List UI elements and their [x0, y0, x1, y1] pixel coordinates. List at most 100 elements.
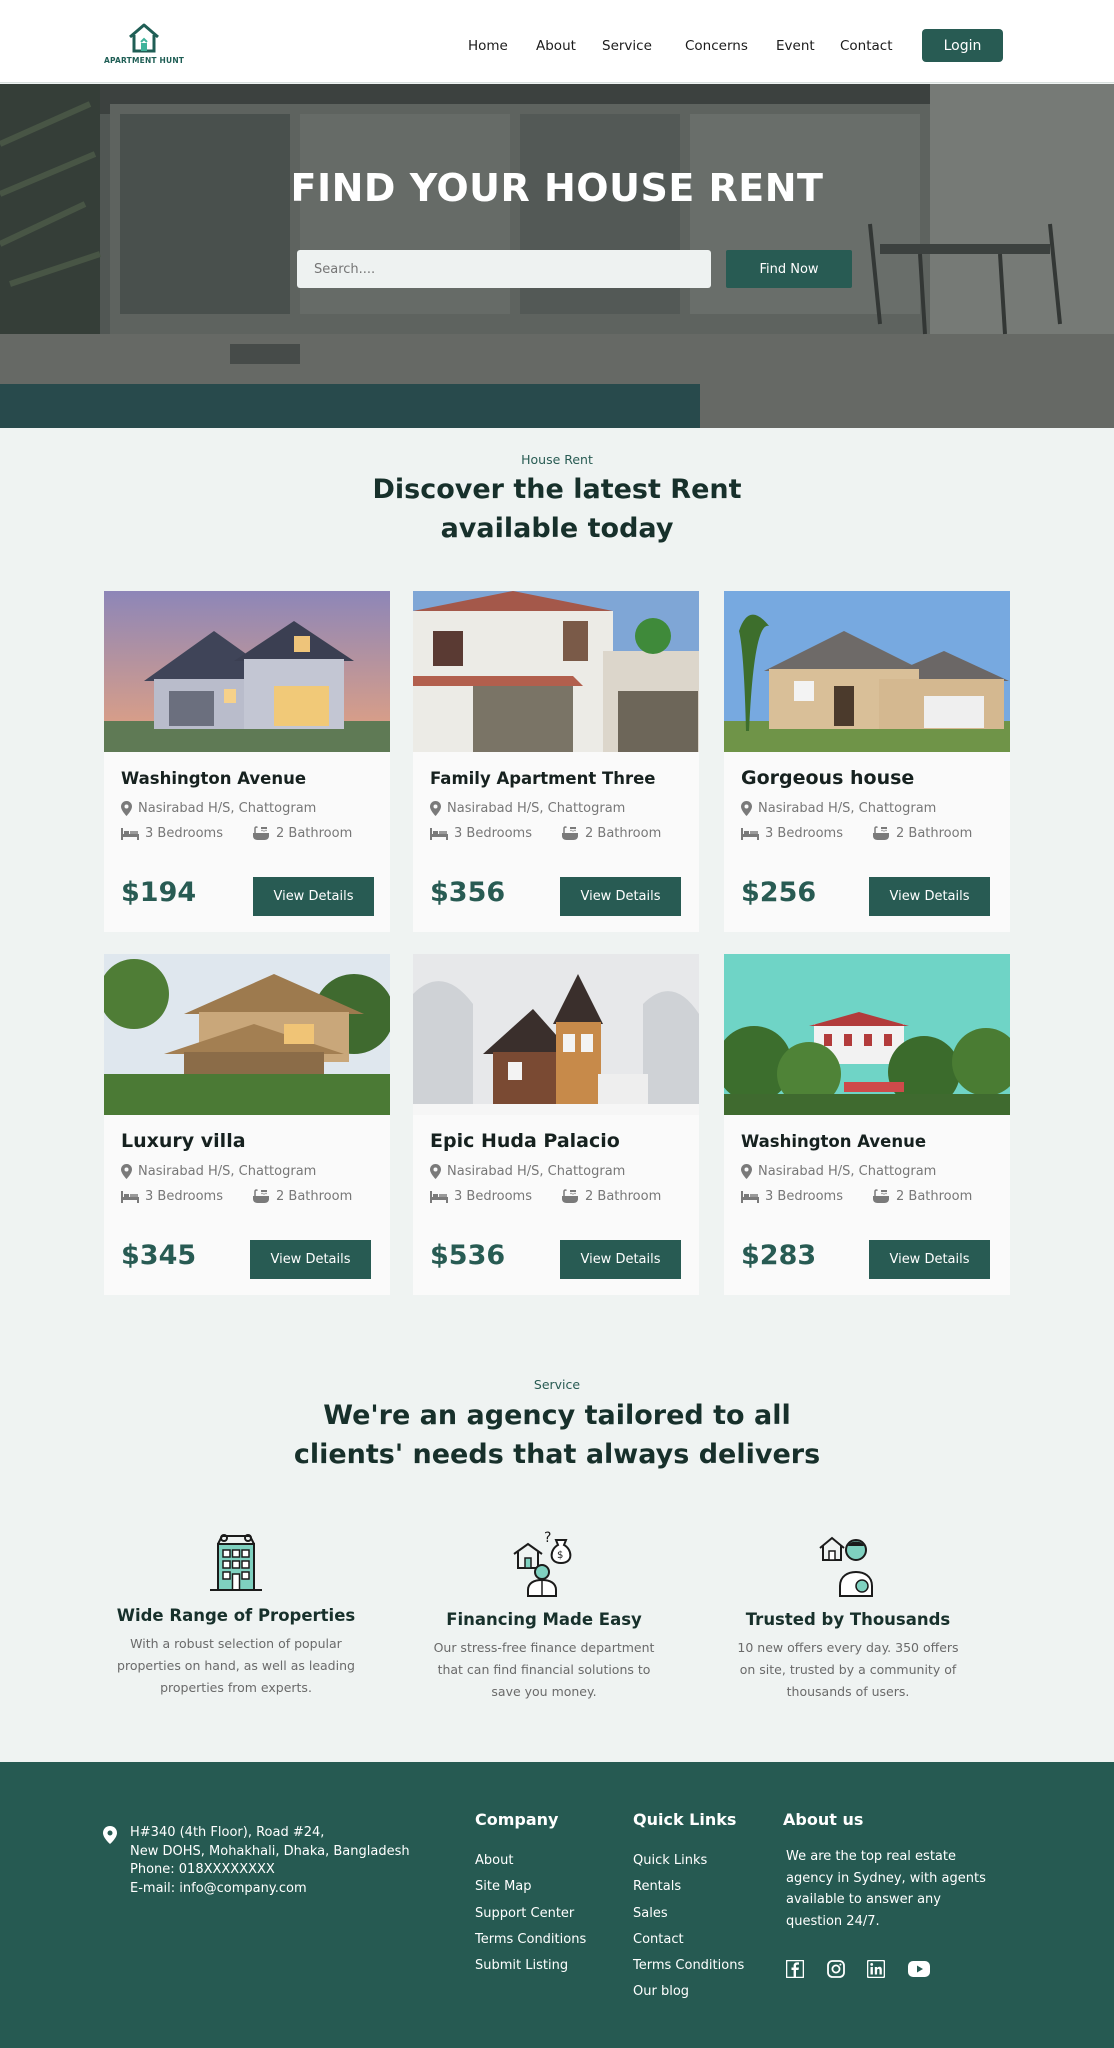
address-line: H#340 (4th Floor), Road #24, — [130, 1825, 325, 1840]
bathrooms-text: 2 Bathroom — [276, 826, 353, 841]
bedrooms-text: 3 Bedrooms — [454, 1189, 532, 1204]
listing-photo[interactable] — [104, 954, 390, 1115]
listing-photo[interactable] — [724, 591, 1010, 752]
listing-photo[interactable] — [724, 954, 1010, 1115]
listing-location: Nasirabad H/S, Chattogram — [121, 1164, 316, 1179]
nav-concerns[interactable]: Concerns — [685, 38, 748, 54]
service-desc: Our stress-free finance department that … — [433, 1640, 655, 1699]
footer-link-site-map[interactable]: Site Map — [475, 1874, 586, 1900]
nav-service[interactable]: Service — [602, 38, 652, 54]
finance-icon: ? $ — [513, 1530, 572, 1597]
rent-eyebrow: House Rent — [521, 452, 593, 467]
bedrooms-text: 3 Bedrooms — [454, 826, 532, 841]
listing-card: Gorgeous house Nasirabad H/S, Chattogram 3… — [724, 591, 1010, 932]
service-title: Financing Made Easy — [446, 1610, 642, 1629]
listing-photo[interactable] — [413, 954, 699, 1115]
linkedin-icon[interactable] — [865, 1958, 887, 1980]
bedrooms: 3 Bedrooms — [741, 1189, 843, 1204]
listing-photo[interactable] — [413, 591, 699, 752]
listing-title[interactable]: Luxury villa — [121, 1130, 246, 1152]
quick-links: Quick Links Rentals Sales Contact Terms … — [633, 1848, 744, 2006]
listing-title[interactable]: Gorgeous house — [741, 767, 914, 789]
service-item-trusted: Trusted by Thousands 10 new offers every… — [698, 1528, 998, 1703]
listing-title[interactable]: Epic Huda Palacio — [430, 1130, 620, 1152]
bathtub-icon — [873, 826, 889, 840]
svg-text:$: $ — [557, 1550, 563, 1561]
location-text: Nasirabad H/S, Chattogram — [758, 801, 937, 816]
bathrooms: 2 Bathroom — [872, 1189, 972, 1204]
bathrooms: 2 Bathroom — [561, 826, 661, 841]
listing-price: $345 — [121, 1240, 197, 1271]
about-us-text: We are the top real estate agency in Syd… — [786, 1849, 986, 1929]
bathtub-icon — [253, 1189, 269, 1203]
view-details-button[interactable]: View Details — [250, 1240, 371, 1279]
listing-price: $283 — [741, 1240, 817, 1271]
bathtub-icon — [253, 826, 269, 840]
bathrooms: 2 Bathroom — [561, 1189, 661, 1204]
bathtub-icon — [562, 826, 578, 840]
view-details-button[interactable]: View Details — [253, 877, 374, 916]
bed-icon — [741, 827, 759, 840]
listing-card: Washington Avenue Nasirabad H/S, Chattogr… — [724, 954, 1010, 1295]
bedrooms-text: 3 Bedrooms — [765, 826, 843, 841]
bathrooms: 2 Bathroom — [252, 826, 352, 841]
listing-title[interactable]: Washington Avenue — [121, 769, 306, 788]
footer-link-terms[interactable]: Terms Conditions — [475, 1927, 586, 1953]
bedrooms: 3 Bedrooms — [430, 826, 532, 841]
nav-contact[interactable]: Contact — [840, 38, 893, 54]
search-input[interactable] — [297, 250, 711, 288]
footer-link-support-center[interactable]: Support Center — [475, 1901, 586, 1927]
service-item-financing: ? $ Financing Made Easy Our stress-free … — [394, 1528, 694, 1703]
footer-link-submit-listing[interactable]: Submit Listing — [475, 1953, 586, 1979]
bathrooms: 2 Bathroom — [252, 1189, 352, 1204]
listing-card: Family Apartment Three Nasirabad H/S, Cha… — [413, 591, 699, 932]
bedrooms: 3 Bedrooms — [741, 826, 843, 841]
bed-icon — [121, 827, 139, 840]
login-button[interactable]: Login — [922, 29, 1003, 62]
nav-about[interactable]: About — [536, 38, 576, 54]
listing-title[interactable]: Family Apartment Three — [430, 769, 655, 788]
find-now-button[interactable]: Find Now — [726, 250, 852, 288]
listing-price: $536 — [430, 1240, 506, 1271]
bathrooms-text: 2 Bathroom — [896, 826, 973, 841]
rent-title-line1: Discover the latest Rent — [372, 474, 742, 505]
listing-location: Nasirabad H/S, Chattogram — [741, 1164, 936, 1179]
nav-event[interactable]: Event — [776, 38, 815, 54]
bathrooms-text: 2 Bathroom — [276, 1189, 353, 1204]
youtube-icon[interactable] — [907, 1958, 931, 1980]
view-details-button[interactable]: View Details — [560, 1240, 681, 1279]
location-pin-icon — [741, 1164, 752, 1179]
footer-link-rentals[interactable]: Rentals — [633, 1874, 744, 1900]
footer-link-about[interactable]: About — [475, 1848, 586, 1874]
service-title-line1: We're an agency tailored to all — [323, 1400, 791, 1431]
location-pin-icon — [430, 1164, 441, 1179]
listing-title[interactable]: Washington Avenue — [741, 1132, 926, 1151]
bed-icon — [430, 1190, 448, 1203]
hero-title: FIND YOUR HOUSE RENT — [290, 166, 824, 210]
email-text: E-mail: info@company.com — [130, 1880, 307, 1896]
location-text: Nasirabad H/S, Chattogram — [138, 1164, 317, 1179]
quick-links-title: Quick Links — [633, 1810, 737, 1829]
bathrooms: 2 Bathroom — [872, 826, 972, 841]
footer-link-contact[interactable]: Contact — [633, 1927, 744, 1953]
nav-home[interactable]: Home — [468, 38, 508, 54]
company-title: Company — [475, 1810, 559, 1829]
facebook-icon[interactable] — [784, 1958, 806, 1980]
bathtub-icon — [562, 1189, 578, 1203]
view-details-button[interactable]: View Details — [560, 877, 681, 916]
listing-price: $356 — [430, 877, 506, 908]
listing-location: Nasirabad H/S, Chattogram — [430, 1164, 625, 1179]
footer-link-terms[interactable]: Terms Conditions — [633, 1953, 744, 1979]
footer-link-quick-links[interactable]: Quick Links — [633, 1848, 744, 1874]
service-desc: With a robust selection of popular prope… — [117, 1636, 355, 1695]
footer-link-sales[interactable]: Sales — [633, 1901, 744, 1927]
svg-text:?: ? — [544, 1530, 551, 1546]
instagram-icon[interactable] — [825, 1958, 847, 1980]
view-details-button[interactable]: View Details — [869, 877, 990, 916]
building-icon — [210, 1534, 262, 1591]
listing-location: Nasirabad H/S, Chattogram — [430, 801, 625, 816]
listing-photo[interactable] — [104, 591, 390, 752]
view-details-button[interactable]: View Details — [869, 1240, 990, 1279]
footer-link-blog[interactable]: Our blog — [633, 1979, 744, 2005]
bedrooms: 3 Bedrooms — [121, 1189, 223, 1204]
